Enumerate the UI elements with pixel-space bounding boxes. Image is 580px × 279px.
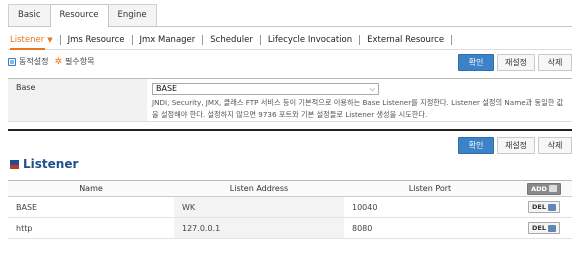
base-form: Base BASE ⌵ JNDI, Security, JMX, 클래스 FTP… [8,78,572,122]
add-button[interactable]: ADD [527,182,561,195]
dynamic-setting-label: 동적설정 [19,57,49,66]
cell-name: http [8,217,174,239]
listener-section-title: Listener [10,157,78,171]
table-row[interactable]: BASE WK 10040 DEL [8,196,572,218]
del-button[interactable]: DEL [528,201,560,213]
delete-button[interactable]: 삭제 [538,54,572,71]
tab-engine[interactable]: Engine [107,4,157,26]
cell-address: WK [174,196,344,218]
table-header-row: Name Listen Address Listen Port ADD [8,180,572,197]
subtab-jms-resource[interactable]: Jms Resource [61,35,133,45]
base-description-line2: 을 설정해야 한다. 설정하지 않으면 9736 포트와 기본 설정들로 Lis… [152,109,428,119]
subtab-scheduler[interactable]: Scheduler [203,35,261,45]
add-icon [548,185,557,192]
col-actions: ADD [516,180,572,197]
base-description-line1: JNDI, Security, JMX, 클래스 FTP 서비스 등이 기본적으… [152,98,564,107]
subtab-external-resource[interactable]: External Resource [360,35,453,45]
chevron-down-icon: ⌵ [369,85,375,93]
section-divider [8,129,572,131]
tab-resource[interactable]: Resource [49,4,109,27]
subtab-active-underline [10,48,45,50]
cell-port: 10040 [344,196,516,218]
cell-name: BASE [8,196,174,218]
del-button-label: DEL [532,203,546,211]
dynamic-setting-legend: 동적설정 [8,56,48,67]
add-button-label: ADD [531,184,547,193]
col-listen-address: Listen Address [174,180,344,197]
base-description: JNDI, Security, JMX, 클래스 FTP 서비스 등이 기본적으… [152,97,566,120]
reset-button-2[interactable]: 재설정 [497,137,535,154]
legend-row: 동적설정 ✲ 필수항목 [8,56,100,67]
required-label: 필수항목 [65,57,95,66]
table-row[interactable]: http 127.0.0.1 8080 DEL [8,217,572,239]
cell-port: 8080 [344,217,516,239]
listener-table: Name Listen Address Listen Port ADD BASE… [8,180,572,239]
delete-button-2[interactable]: 삭제 [538,137,572,154]
del-button[interactable]: DEL [528,222,560,234]
base-select[interactable]: BASE ⌵ [152,83,379,95]
subtab-listener[interactable]: Listener ▼ [10,35,61,45]
required-gear-icon: ✲ [54,56,62,67]
subtab-jmx-manager[interactable]: Jmx Manager [133,35,204,45]
del-button-label: DEL [532,224,546,232]
delete-icon [547,224,556,232]
cell-address: 127.0.0.1 [174,217,344,239]
subtab-lifecycle-invocation[interactable]: Lifecycle Invocation [261,35,361,45]
subtab-listener-label: Listener [10,35,45,45]
section-icon [10,159,19,169]
caret-down-icon: ▼ [47,36,53,44]
cell-action: DEL [516,217,572,239]
tab-basic[interactable]: Basic [8,4,51,26]
confirm-button[interactable]: 확인 [458,54,494,71]
cell-action: DEL [516,196,572,218]
section-title-text: Listener [23,157,79,171]
confirm-button-2[interactable]: 확인 [458,137,494,154]
base-label: Base [8,79,147,121]
col-listen-port: Listen Port [344,180,516,197]
base-select-value: BASE [156,84,178,93]
subtab-divider [8,49,572,50]
required-legend: ✲ 필수항목 [54,56,94,67]
reset-button[interactable]: 재설정 [497,54,535,71]
top-tab-bar: Basic Resource Engine [8,4,157,27]
sub-tab-bar: Listener ▼ Jms Resource Jmx Manager Sched… [10,33,453,47]
col-name: Name [8,180,174,197]
dynamic-setting-icon [8,57,16,66]
delete-icon [547,203,556,211]
